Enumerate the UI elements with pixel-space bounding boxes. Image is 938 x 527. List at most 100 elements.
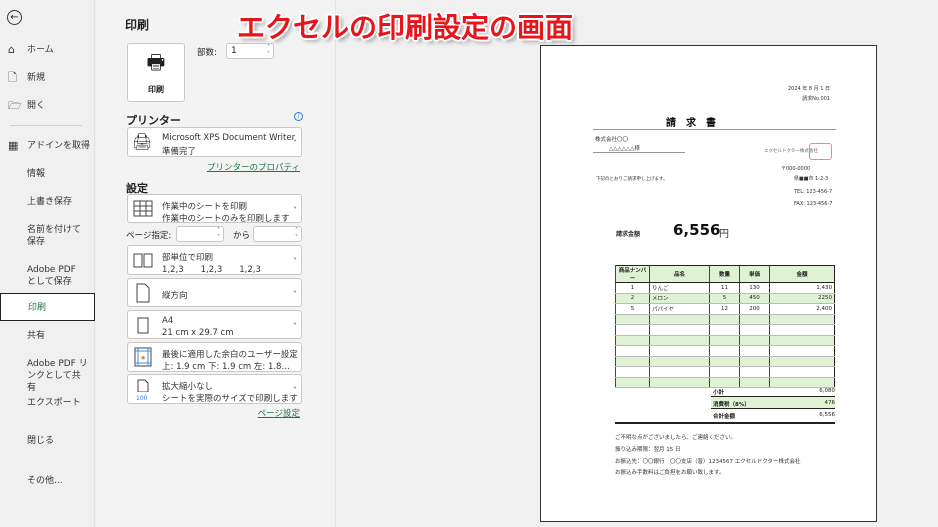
table-cell: 5 xyxy=(709,293,740,304)
spinner-arrows-icon[interactable]: ˄ ˅ xyxy=(267,44,270,58)
page-setup-link[interactable]: ページ設定 xyxy=(258,407,300,419)
page-to-input[interactable]: ˄ ˅ xyxy=(253,226,302,242)
sidebar-item-share[interactable]: 共有 xyxy=(0,330,95,342)
company-seal-stamp xyxy=(809,143,832,160)
table-cell: 2250 xyxy=(769,293,835,304)
table-cell xyxy=(739,335,770,346)
back-arrow-icon[interactable]: ← xyxy=(7,10,22,25)
table-row xyxy=(615,366,835,378)
collate-dropdown[interactable]: 部単位で印刷 1,2,3 1,2,3 1,2,3 ˅ xyxy=(127,245,302,275)
chevron-down-icon: ˅ xyxy=(293,289,297,299)
intro-text: 下記のとおりご請求申し上げます。 xyxy=(596,177,668,182)
table-cell xyxy=(649,324,710,336)
table-cell: 450 xyxy=(739,293,770,304)
table-cell: パパイヤ xyxy=(649,303,710,315)
divider xyxy=(593,152,685,153)
printer-dropdown[interactable]: 🖨 Microsoft XPS Document Writer 準備完了 ˅ xyxy=(127,127,302,157)
table-cell xyxy=(615,335,650,346)
table-header-row: 商品ナンバー 品名 数量 単価 金額 xyxy=(615,265,835,283)
print-button[interactable]: 🖶 印刷 xyxy=(127,43,185,102)
table-cell xyxy=(769,366,835,378)
info-icon[interactable]: i xyxy=(294,112,303,121)
table-cell xyxy=(739,314,770,325)
note: お振込み手数料はご負担をお願い致します。 xyxy=(615,470,725,476)
table-cell xyxy=(649,345,710,357)
sidebar-item-new[interactable]: 🗋 新規 xyxy=(0,72,95,84)
table-row: 1 りんご 11 130 1,430 xyxy=(615,282,835,294)
print-heading: 印刷 xyxy=(125,18,150,32)
sidebar-item-addins[interactable]: ▦ アドインを取得 xyxy=(0,140,95,152)
table-cell xyxy=(649,356,710,367)
backstage-sidebar: ← ⌂ ホーム 🗋 新規 🗁 開く ▦ アドインを取得 情報 上書き保存 名前を付けて保… xyxy=(0,0,95,527)
sidebar-item-save-adobe-pdf[interactable]: Adobe PDF として保存 xyxy=(0,264,95,288)
divider xyxy=(10,125,82,126)
printer-device-icon: 🖨 xyxy=(132,132,153,151)
sidebar-item-save[interactable]: 上書き保存 xyxy=(0,196,95,208)
copies-label: 部数: xyxy=(197,48,217,58)
spinner-arrows-icon[interactable]: ˄ ˅ xyxy=(217,227,220,241)
print-settings-panel: 印刷 🖶 印刷 部数: 1 ˄ ˅ プリンター i 🖨 Microsoft XPS … xyxy=(96,0,336,527)
amount-label: 請求金額 xyxy=(616,231,641,238)
orientation-dropdown[interactable]: 縦方向 ˅ xyxy=(127,278,302,307)
total-row: 合計金額 6,556 xyxy=(713,412,835,420)
client-name: 株式会社〇〇 xyxy=(595,137,629,143)
table-row xyxy=(615,335,835,346)
collate-icon xyxy=(133,253,153,268)
addin-icon: ▦ xyxy=(8,139,19,152)
table-cell xyxy=(649,335,710,346)
print-what-dropdown[interactable]: 作業中のシートを印刷 作業中のシートのみを印刷します ˅ xyxy=(127,194,302,224)
paper-size-dropdown[interactable]: A4 21 cm x 29.7 cm ˅ xyxy=(127,310,302,339)
table-row: 5 パパイヤ 12 200 2,400 xyxy=(615,303,835,315)
sidebar-item-open[interactable]: 🗁 開く xyxy=(0,100,95,112)
sidebar-item-more[interactable]: その他... xyxy=(0,475,95,487)
sidebar-item-print[interactable]: 印刷 xyxy=(0,293,95,321)
paper-icon xyxy=(137,317,149,334)
sidebar-item-export[interactable]: エクスポート xyxy=(0,397,95,409)
home-icon: ⌂ xyxy=(8,43,15,56)
margins-dropdown[interactable]: ★ 最後に適用した余白のユーザー設定 上: 1.9 cm 下: 1.9 cm 左:… xyxy=(127,342,302,372)
table-cell xyxy=(709,356,740,367)
table-cell xyxy=(709,324,740,336)
invoice-amount: 6,556 xyxy=(673,221,721,239)
client-person: △△△△△△様 xyxy=(609,146,640,152)
table-cell xyxy=(709,345,740,357)
table-cell xyxy=(615,366,650,378)
sidebar-item-close[interactable]: 閉じる xyxy=(0,435,95,447)
subtotal-row: 小計 6,080 xyxy=(711,385,835,397)
table-row xyxy=(615,356,835,367)
table-cell xyxy=(709,314,740,325)
chevron-down-icon: ˅ xyxy=(293,205,297,215)
table-cell: 1,430 xyxy=(769,282,835,294)
page-from-input[interactable]: ˄ ˅ xyxy=(176,226,224,242)
note: ご不明な点がございましたら、ご連絡ください。 xyxy=(615,435,737,441)
table-cell xyxy=(739,345,770,357)
sidebar-item-info[interactable]: 情報 xyxy=(0,168,95,180)
table-cell: 2,400 xyxy=(769,303,835,315)
pages-to-label: から xyxy=(233,231,251,241)
table-cell xyxy=(709,366,740,378)
invoice-table: 商品ナンバー 品名 数量 単価 金額 1 りんご 11 130 1,430 2 メロン 5 450 225… xyxy=(615,265,835,388)
scaling-icon: 100 xyxy=(132,379,154,402)
sidebar-item-home[interactable]: ⌂ ホーム xyxy=(0,44,95,56)
sidebar-item-save-as[interactable]: 名前を付けて保存 xyxy=(0,224,95,248)
tel: TEL: 123-456-7 xyxy=(794,189,833,195)
table-cell xyxy=(615,314,650,325)
spinner-arrows-icon[interactable]: ˄ ˅ xyxy=(295,227,298,241)
printer-properties-link[interactable]: プリンターのプロパティ xyxy=(207,161,300,173)
chevron-down-icon: ˅ xyxy=(293,257,297,267)
table-cell: 12 xyxy=(709,303,740,315)
totals-block: 小計 6,080 消費税（8%） 476 合計金額 6,556 xyxy=(711,385,835,421)
table-cell xyxy=(709,335,740,346)
scaling-dropdown[interactable]: 100 拡大縮小なし シートを実際のサイズで印刷します ˅ xyxy=(127,374,302,404)
invoice-number: 請求No.001 xyxy=(802,96,830,102)
invoice-title: 請 求 書 xyxy=(666,118,716,129)
sidebar-item-share-adobe-link[interactable]: Adobe PDF リンクとして共有 xyxy=(0,358,95,394)
table-cell: 5 xyxy=(615,303,650,315)
note: 振り込み期限：翌月 15 日 xyxy=(615,447,681,453)
overlay-title: エクセルの印刷設定の画面 xyxy=(237,11,574,44)
preview-page: 2024 年 8 月 1 日 請求No.001 請 求 書 株式会社〇〇 △△△… xyxy=(540,45,877,522)
chevron-down-icon: ˅ xyxy=(293,139,297,149)
table-cell xyxy=(739,324,770,336)
table-cell xyxy=(649,377,710,388)
note: お振込先：〇〇銀行 〇〇支店（普）1234567 エクセルドクター株式会社 xyxy=(615,459,801,465)
